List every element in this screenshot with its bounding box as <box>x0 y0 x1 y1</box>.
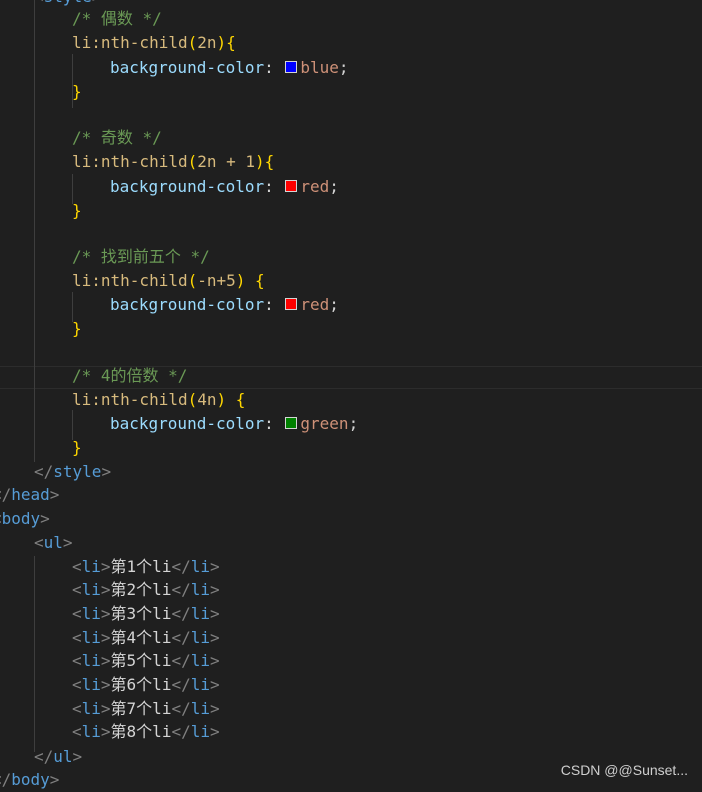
code-line-selector-4x: li:nth-child(4n) { <box>72 390 246 409</box>
code-line-close-brace: } <box>72 201 82 220</box>
color-swatch-blue[interactable] <box>285 61 298 73</box>
code-line-close-brace: } <box>72 82 82 101</box>
code-line-li: <li>第1个li</li> <box>72 557 220 576</box>
code-line-decl-red: background-color: red; <box>110 295 339 314</box>
code-line-comment-4x: /* 4的倍数 */ <box>72 366 188 385</box>
code-line-comment-even: /* 偶数 */ <box>72 9 162 28</box>
code-line-decl-red: background-color: red; <box>110 177 339 196</box>
code-line-li: <li>第7个li</li> <box>72 699 220 718</box>
code-editor[interactable]: <style> /* 偶数 */ li:nth-child(2n){ backg… <box>0 0 702 789</box>
color-swatch-red[interactable] <box>285 298 298 310</box>
code-line-li: <li>第4个li</li> <box>72 628 220 647</box>
code-line-selector-odd: li:nth-child(2n + 1){ <box>72 152 275 171</box>
code-line-body-open: <body> <box>0 509 50 528</box>
code-line-comment-odd: /* 奇数 */ <box>72 128 162 147</box>
code-line-comment-first5: /* 找到前五个 */ <box>72 247 210 266</box>
color-swatch-green[interactable] <box>285 417 298 429</box>
code-line-li: <li>第8个li</li> <box>72 722 220 741</box>
code-line-ul-open: <ul> <box>34 533 73 552</box>
code-line-selector-even: li:nth-child(2n){ <box>72 33 236 52</box>
code-line-selector-first5: li:nth-child(-n+5) { <box>72 271 265 290</box>
code-line-close-brace: } <box>72 438 82 457</box>
code-line-li: <li>第2个li</li> <box>72 580 220 599</box>
watermark: CSDN @@Sunset... <box>560 762 688 778</box>
code-line-li: <li>第6个li</li> <box>72 675 220 694</box>
code-line-close-brace: } <box>72 319 82 338</box>
code-line-li: <li>第5个li</li> <box>72 651 220 670</box>
code-line-style-close: </style> <box>34 462 112 481</box>
color-swatch-red[interactable] <box>285 180 298 192</box>
code-line-li: <li>第3个li</li> <box>72 604 220 623</box>
code-line-decl-green: background-color: green; <box>110 414 359 433</box>
code-line-decl-blue: background-color: blue; <box>110 58 349 77</box>
code-line-head-close: </head> <box>0 485 60 504</box>
